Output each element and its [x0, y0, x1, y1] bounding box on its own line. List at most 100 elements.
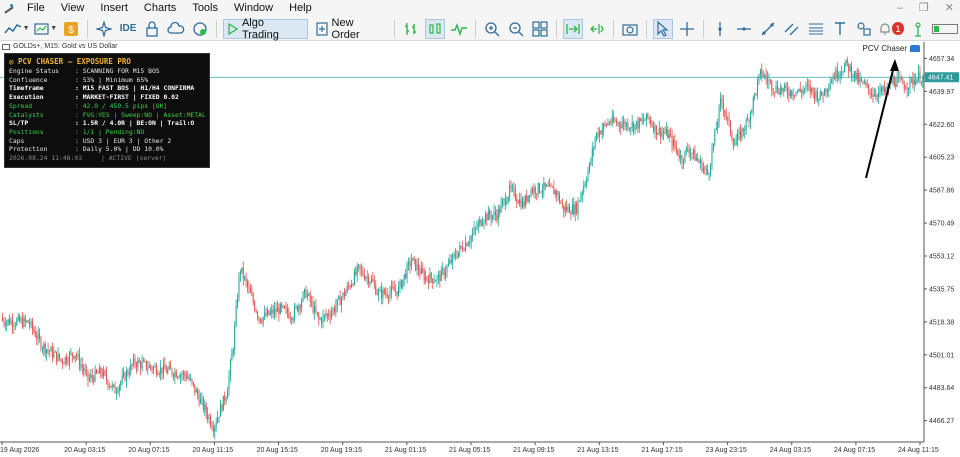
panel-row-key: Engine Status — [9, 67, 60, 75]
candle-body — [489, 210, 491, 216]
toolbar-separator — [393, 19, 395, 38]
market-button[interactable]: $ — [61, 19, 81, 39]
candle-body — [608, 122, 610, 124]
chart-shift-button[interactable] — [587, 19, 607, 39]
price-axis: 4657.34 4639.97 4622.60 4605.23 4587.86 4570.… — [924, 56, 954, 425]
chart-window[interactable]: 4657.34 4639.97 4622.60 4605.23 4587.86 4570.… — [0, 42, 960, 457]
candle-body — [660, 127, 662, 137]
zoom-in-button[interactable] — [482, 19, 502, 39]
panel-row-value: : SCANNING FOR M15 BOS — [75, 67, 160, 75]
candle-body — [718, 106, 720, 123]
new-order-button[interactable]: New Order — [312, 17, 388, 41]
candle-body — [537, 183, 539, 194]
candle-body — [692, 149, 694, 154]
menu-charts[interactable]: Charts — [138, 0, 186, 17]
candle-body — [892, 77, 894, 83]
candle-body — [380, 289, 382, 299]
restore-icon[interactable]: ❐ — [919, 0, 929, 17]
fibonacci-button[interactable] — [806, 19, 826, 39]
candle-body — [785, 85, 787, 89]
text-button[interactable] — [830, 19, 850, 39]
crosshair-button[interactable] — [677, 19, 697, 39]
candle-body — [883, 86, 885, 92]
ide-button[interactable]: IDE — [118, 19, 138, 39]
expert-advisor-label[interactable]: PCV Chaser — [863, 44, 920, 53]
candle-body — [722, 101, 724, 111]
candle-body — [430, 273, 432, 279]
svg-text:$: $ — [68, 25, 74, 36]
horizontal-line-button[interactable] — [734, 19, 754, 39]
candle-body — [174, 371, 176, 377]
candle-body — [41, 348, 43, 350]
candle-body — [200, 398, 202, 404]
menu-view[interactable]: View — [55, 0, 95, 17]
candle-body — [399, 280, 401, 287]
candle-body — [606, 124, 608, 126]
line-button[interactable] — [449, 19, 469, 39]
candle-body — [500, 203, 502, 213]
candle-body — [61, 359, 63, 364]
candle-body — [249, 288, 251, 293]
candle-body — [372, 278, 374, 282]
shapes-button[interactable] — [854, 19, 874, 39]
candle-body — [536, 193, 538, 195]
close-icon[interactable]: ✕ — [945, 0, 954, 17]
candle-body — [502, 200, 504, 204]
candle-body — [91, 375, 93, 378]
candle-body — [861, 78, 863, 81]
time-tick-label: 21 Aug 17:15 — [641, 447, 682, 454]
cursor-button[interactable] — [652, 18, 673, 39]
menu-help[interactable]: Help — [283, 0, 322, 17]
zoom-out-button[interactable] — [506, 19, 526, 39]
auto-scroll-button[interactable] — [562, 18, 583, 39]
candle-body — [316, 311, 318, 315]
menu-window[interactable]: Window — [228, 0, 283, 17]
candle-body — [121, 375, 123, 383]
panel-row-value: : M15 FAST BOS | H1/H4 CONFIRMA — [75, 84, 195, 93]
minimize-icon[interactable]: – — [897, 0, 903, 17]
candle-body — [556, 190, 558, 196]
time-axis: 19 Aug 2026 20 Aug 03:15 20 Aug 07:15 20 Au… — [0, 442, 939, 454]
vertical-line-button[interactable] — [710, 19, 730, 39]
candle-body — [313, 306, 315, 313]
cloud-button[interactable] — [166, 19, 186, 39]
menu-tools[interactable]: Tools — [186, 0, 228, 17]
sparkle-icon — [96, 20, 113, 37]
candle-body — [868, 84, 870, 90]
candle-body — [578, 200, 580, 202]
chart-type-button[interactable]: ▼ — [4, 19, 30, 39]
trend-line-button[interactable] — [758, 19, 778, 39]
templates-button[interactable]: ▼ — [33, 19, 57, 39]
candle-body — [516, 199, 518, 202]
vps-button[interactable] — [190, 19, 210, 39]
play-icon — [228, 22, 238, 35]
candle-body — [181, 374, 183, 376]
panel-row: Execution: MARKET-FIRST | FIXED 0.02 — [9, 93, 205, 102]
algo-trading-button[interactable]: Algo Trading — [223, 17, 308, 41]
menu-file[interactable]: File — [21, 0, 55, 17]
candle-body — [192, 382, 194, 385]
candlestick-button[interactable] — [424, 18, 445, 39]
channel-button[interactable] — [782, 19, 802, 39]
tile-windows-button[interactable] — [530, 19, 550, 39]
lock-button[interactable] — [142, 19, 162, 39]
candle-body — [811, 87, 813, 92]
candle-body — [806, 84, 808, 86]
candle-body — [908, 87, 910, 90]
panel-row-key: SL/TP — [9, 119, 29, 128]
candle-body — [151, 367, 153, 370]
candle-body — [46, 349, 48, 354]
panel-row: Protection: Daily 5.0% | DD 10.0% — [9, 145, 205, 154]
candle-body — [610, 123, 612, 124]
annotation-arrow — [865, 61, 896, 179]
candle-body — [291, 318, 293, 321]
bar-chart-button[interactable] — [401, 19, 421, 39]
candle-body — [687, 148, 689, 151]
candle-body — [336, 298, 338, 307]
candle-body — [265, 312, 267, 316]
screenshot-button[interactable] — [620, 19, 640, 39]
signals-button[interactable] — [94, 19, 114, 39]
notifications-button[interactable]: 1 — [878, 19, 905, 39]
menu-insert[interactable]: Insert — [94, 0, 138, 17]
connection-button[interactable] — [908, 19, 928, 39]
